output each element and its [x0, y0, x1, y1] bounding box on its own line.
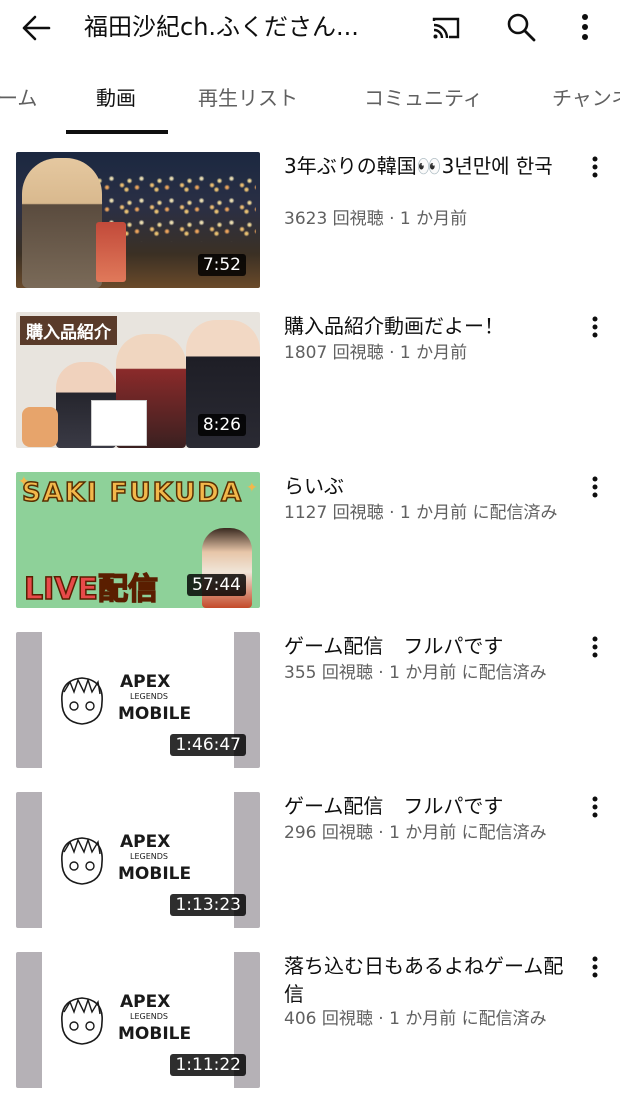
- thumbnail-apex-text: APEX: [120, 832, 171, 852]
- video-item[interactable]: 購入品紹介 8:26 購入品紹介動画だよー！ 1807 回視聴 · 1 か月前: [0, 312, 620, 452]
- tab-channels[interactable]: チャンネ: [552, 82, 620, 111]
- video-item[interactable]: APEX LEGENDS MOBILE 1:13:23 ゲーム配信 フルパです …: [0, 792, 620, 932]
- more-vert-icon[interactable]: [582, 154, 608, 180]
- video-meta: 406 回視聴 · 1 か月前 に配信済み: [284, 1009, 547, 1029]
- thumbnail-legends-text: LEGENDS: [130, 1012, 168, 1021]
- thumbnail-drink: [96, 222, 126, 282]
- video-thumbnail[interactable]: SAKI FUKUDA LIVE配信 ✦ ✦ 57:44: [16, 472, 260, 608]
- thumbnail-legends-text: LEGENDS: [130, 692, 168, 701]
- search-icon[interactable]: [502, 8, 540, 46]
- thumbnail-apex-text: APEX: [120, 672, 171, 692]
- duration-badge: 57:44: [187, 574, 246, 596]
- back-arrow-icon[interactable]: [16, 8, 56, 48]
- video-thumbnail[interactable]: APEX LEGENDS MOBILE 1:46:47: [16, 632, 260, 768]
- video-thumbnail[interactable]: APEX LEGENDS MOBILE 1:13:23: [16, 792, 260, 928]
- star-icon: ✦: [246, 480, 258, 496]
- video-title[interactable]: らいぶ: [284, 472, 570, 500]
- thumbnail-cat: [22, 407, 58, 447]
- video-meta: 355 回視聴 · 1 か月前 に配信済み: [284, 663, 547, 683]
- character-face-icon: [61, 677, 103, 725]
- more-vert-icon[interactable]: [582, 634, 608, 660]
- thumbnail-side-bar: [16, 792, 42, 928]
- video-thumbnail[interactable]: 購入品紹介 8:26: [16, 312, 260, 448]
- thumbnail-person: [202, 528, 252, 608]
- duration-badge: 7:52: [197, 254, 246, 276]
- video-title[interactable]: ゲーム配信 フルパです: [284, 792, 570, 820]
- channel-title: 福田沙紀ch.ふくださん...: [84, 13, 359, 41]
- thumbnail-banner: 購入品紹介: [20, 316, 117, 345]
- video-meta: 3623 回視聴 · 1 か月前: [284, 209, 468, 229]
- channel-tabs: ーム 動画 再生リスト コミュニティ チャンネ: [0, 62, 620, 136]
- duration-badge: 8:26: [197, 414, 246, 436]
- thumbnail-apex-text: APEX: [120, 992, 171, 1012]
- active-tab-indicator: [66, 130, 168, 134]
- star-icon: ✦: [18, 474, 30, 490]
- thumbnail-side-bar: [16, 952, 42, 1088]
- thumbnail-live-text: LIVE配信: [23, 571, 159, 608]
- tab-home[interactable]: ーム: [0, 82, 37, 111]
- video-thumbnail[interactable]: APEX LEGENDS MOBILE 1:11:22: [16, 952, 260, 1088]
- thumbnail-title-text: SAKI FUKUDA: [21, 477, 244, 509]
- video-title[interactable]: 購入品紹介動画だよー！: [284, 312, 570, 340]
- video-item[interactable]: 7:52 3年ぶりの韓国👀3년만에 한국 3623 回視聴 · 1 か月前: [0, 152, 620, 292]
- app-bar: 福田沙紀ch.ふくださん...: [0, 0, 620, 56]
- duration-badge: 1:46:47: [170, 734, 246, 756]
- duration-badge: 1:13:23: [170, 894, 246, 916]
- thumbnail-mobile-text: MOBILE: [118, 864, 192, 884]
- character-face-icon: [61, 837, 103, 885]
- more-vert-icon[interactable]: [582, 954, 608, 980]
- thumbnail-card: [91, 400, 147, 446]
- more-vert-icon[interactable]: [582, 474, 608, 500]
- video-title[interactable]: 3年ぶりの韓国👀3년만에 한국: [284, 152, 570, 180]
- video-title[interactable]: ゲーム配信 フルパです: [284, 632, 570, 660]
- tab-videos[interactable]: 動画: [96, 82, 136, 111]
- tab-community[interactable]: コミュニティ: [364, 82, 483, 111]
- more-vert-icon[interactable]: [582, 794, 608, 820]
- more-vert-icon[interactable]: [570, 8, 600, 46]
- thumbnail-side-bar: [16, 632, 42, 768]
- video-meta: 1807 回視聴 · 1 か月前: [284, 343, 468, 363]
- video-item[interactable]: APEX LEGENDS MOBILE 1:11:22 落ち込む日もあるよねゲー…: [0, 952, 620, 1092]
- tab-playlists[interactable]: 再生リスト: [198, 82, 298, 111]
- cast-icon[interactable]: [428, 10, 464, 46]
- video-thumbnail[interactable]: 7:52: [16, 152, 260, 288]
- video-meta: 1127 回視聴 · 1 か月前 に配信済み: [284, 503, 558, 523]
- more-vert-icon[interactable]: [582, 314, 608, 340]
- video-item[interactable]: APEX LEGENDS MOBILE 1:46:47 ゲーム配信 フルパです …: [0, 632, 620, 772]
- video-title[interactable]: 落ち込む日もあるよねゲーム配信: [284, 952, 570, 1008]
- duration-badge: 1:11:22: [170, 1054, 246, 1076]
- thumbnail-person: [22, 158, 102, 288]
- thumbnail-mobile-text: MOBILE: [118, 704, 192, 724]
- thumbnail-mobile-text: MOBILE: [118, 1024, 192, 1044]
- video-meta: 296 回視聴 · 1 か月前 に配信済み: [284, 823, 547, 843]
- character-face-icon: [61, 997, 103, 1045]
- thumbnail-legends-text: LEGENDS: [130, 852, 168, 861]
- video-item[interactable]: SAKI FUKUDA LIVE配信 ✦ ✦ 57:44 らいぶ 1127 回視…: [0, 472, 620, 612]
